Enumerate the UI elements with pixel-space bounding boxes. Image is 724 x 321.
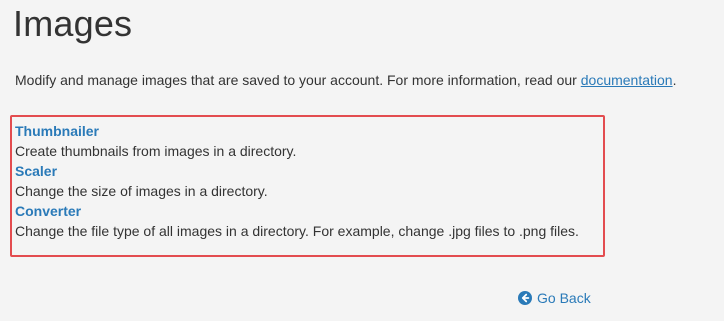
documentation-link[interactable]: documentation <box>581 72 673 88</box>
scaler-link[interactable]: Scaler <box>15 162 579 181</box>
tool-item-scaler: Scaler Change the size of images in a di… <box>15 162 579 202</box>
page-title: Images <box>13 3 133 44</box>
intro-message: Modify and manage images that are saved … <box>15 72 581 88</box>
go-back-link[interactable]: Go Back <box>518 289 591 307</box>
image-tools-list: Thumbnailer Create thumbnails from image… <box>15 122 579 242</box>
converter-link[interactable]: Converter <box>15 202 579 221</box>
thumbnailer-link[interactable]: Thumbnailer <box>15 122 579 141</box>
tool-item-thumbnailer: Thumbnailer Create thumbnails from image… <box>15 122 579 162</box>
tool-item-converter: Converter Change the file type of all im… <box>15 202 579 242</box>
scaler-description: Change the size of images in a directory… <box>15 183 268 199</box>
intro-suffix: . <box>672 72 677 88</box>
intro-text: Modify and manage images that are saved … <box>15 71 676 89</box>
arrow-circle-left-icon <box>518 291 532 305</box>
converter-description: Change the file type of all images in a … <box>15 223 579 239</box>
go-back-label: Go Back <box>537 290 591 306</box>
thumbnailer-description: Create thumbnails from images in a direc… <box>15 143 297 159</box>
